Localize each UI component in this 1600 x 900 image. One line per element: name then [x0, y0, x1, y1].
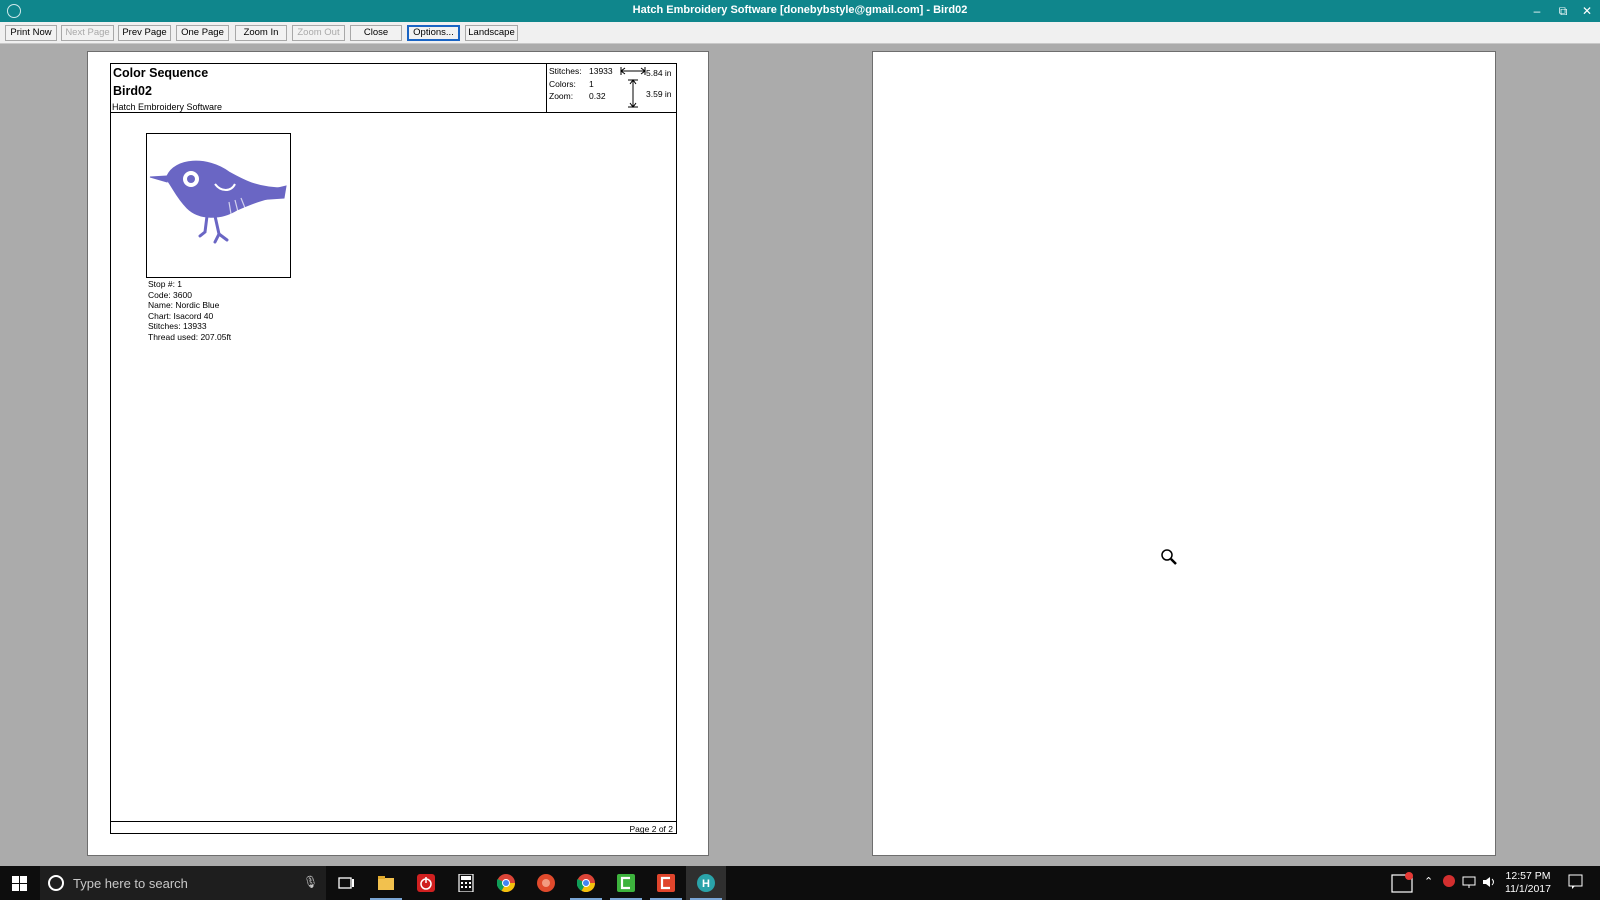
calculator-icon	[458, 874, 474, 892]
chrome-user-button[interactable]	[566, 866, 606, 900]
design-name: Bird02	[113, 84, 152, 98]
windows-icon	[12, 876, 27, 891]
sheet-frame: Color Sequence Bird02 Hatch Embroidery S…	[110, 63, 677, 834]
stitches-value: 13933	[589, 66, 613, 76]
zoom-value: 0.32	[589, 91, 606, 101]
next-page-button[interactable]: Next Page	[61, 25, 114, 41]
close-window-button[interactable]: ✕	[1576, 2, 1598, 20]
stats-box: Stitches: 13933 Colors: 1 Zoom: 0.32 5.8…	[546, 64, 676, 113]
landscape-button[interactable]: Landscape	[465, 25, 518, 41]
company-name: Hatch Embroidery Software	[112, 102, 223, 112]
power-icon	[417, 874, 435, 892]
preview-area[interactable]: Color Sequence Bird02 Hatch Embroidery S…	[0, 44, 1600, 866]
zoom-in-button[interactable]: Zoom In	[235, 25, 287, 41]
red-app-icon	[537, 874, 555, 892]
system-clock[interactable]: 12:57 PM 11/1/2017	[1500, 870, 1556, 896]
thread-used: Thread used: 207.05ft	[148, 331, 232, 342]
minimize-button[interactable]: –	[1526, 2, 1548, 20]
search-placeholder: Type here to search	[73, 876, 188, 891]
hatch-icon: H	[697, 874, 715, 892]
print-page-left: Color Sequence Bird02 Hatch Embroidery S…	[87, 51, 709, 856]
prev-page-button[interactable]: Prev Page	[118, 25, 171, 41]
camtasia-icon	[617, 874, 635, 892]
design-width: 5.84 in	[646, 68, 672, 78]
cortana-icon	[48, 875, 64, 891]
volume-icon[interactable]	[1482, 875, 1496, 900]
thread-code: Code: 3600	[148, 289, 192, 300]
calculator-button[interactable]	[446, 866, 486, 900]
microphone-icon[interactable]: 🎙	[303, 875, 318, 889]
color-stitches: Stitches: 13933	[148, 321, 207, 331]
title-bar: Hatch Embroidery Software [donebybstyle@…	[0, 0, 1600, 22]
sheet-title: Color Sequence	[113, 66, 209, 80]
colors-label: Colors:	[549, 79, 576, 89]
power-app-button[interactable]	[406, 866, 446, 900]
red-app-button[interactable]	[526, 866, 566, 900]
file-explorer-icon	[378, 876, 394, 890]
file-explorer-button[interactable]	[366, 866, 406, 900]
dimension-arrows-icon	[620, 67, 646, 108]
print-now-button[interactable]: Print Now	[5, 25, 57, 41]
print-preview-toolbar: Print Now Next Page Prev Page One Page Z…	[0, 22, 1600, 44]
restore-button[interactable]: ⧉	[1552, 2, 1574, 20]
chrome-icon	[497, 874, 515, 892]
clock-time: 12:57 PM	[1505, 870, 1551, 882]
page-number: Page 2 of 2	[629, 824, 673, 834]
zoom-label: Zoom:	[549, 91, 574, 101]
red-c-app-button[interactable]	[646, 866, 686, 900]
stitches-label: Stitches:	[549, 66, 582, 76]
task-view-icon	[338, 877, 354, 889]
taskbar: Type here to search 🎙 H ⌃ 12:57 PM 11/1/…	[0, 866, 1600, 900]
design-thumbnail	[146, 133, 291, 278]
tray-chevron-icon[interactable]: ⌃	[1424, 875, 1433, 900]
chrome-button[interactable]	[486, 866, 526, 900]
close-preview-button[interactable]: Close	[350, 25, 402, 41]
camtasia-button[interactable]	[606, 866, 646, 900]
svg-text:H: H	[702, 878, 710, 890]
clock-date: 11/1/2017	[1505, 883, 1551, 895]
zoom-out-button[interactable]: Zoom Out	[292, 25, 345, 41]
hatch-app-button[interactable]: H	[686, 866, 726, 900]
thread-chart: Chart: Isacord 40	[148, 310, 214, 321]
thread-name: Name: Nordic Blue	[148, 300, 220, 310]
tray-app-button[interactable]	[1388, 866, 1418, 900]
red-c-icon	[657, 874, 675, 892]
bird-design-image	[149, 160, 287, 244]
color-info: Stop #: 1 Code: 3600 Name: Nordic Blue C…	[148, 279, 231, 342]
zoom-cursor-icon	[1161, 549, 1177, 565]
print-page-right	[872, 51, 1496, 856]
network-icon[interactable]	[1462, 875, 1478, 900]
design-height: 3.59 in	[646, 89, 672, 99]
footer-divider	[111, 821, 676, 822]
tray-app-icon	[1391, 872, 1413, 893]
start-button[interactable]	[0, 866, 40, 900]
task-view-button[interactable]	[326, 866, 366, 900]
stop-number: Stop #: 1	[148, 279, 183, 289]
sheet-header: Color Sequence Bird02 Hatch Embroidery S…	[111, 64, 676, 113]
notifications-icon[interactable]	[1568, 874, 1584, 900]
chrome-user-icon	[577, 874, 595, 892]
tray-antivirus-icon[interactable]	[1442, 874, 1456, 900]
taskbar-search[interactable]: Type here to search 🎙	[40, 866, 326, 900]
one-page-button[interactable]: One Page	[176, 25, 229, 41]
options-button[interactable]: Options...	[407, 25, 460, 41]
window-title: Hatch Embroidery Software [donebybstyle@…	[632, 4, 968, 16]
colors-value: 1	[589, 79, 594, 89]
